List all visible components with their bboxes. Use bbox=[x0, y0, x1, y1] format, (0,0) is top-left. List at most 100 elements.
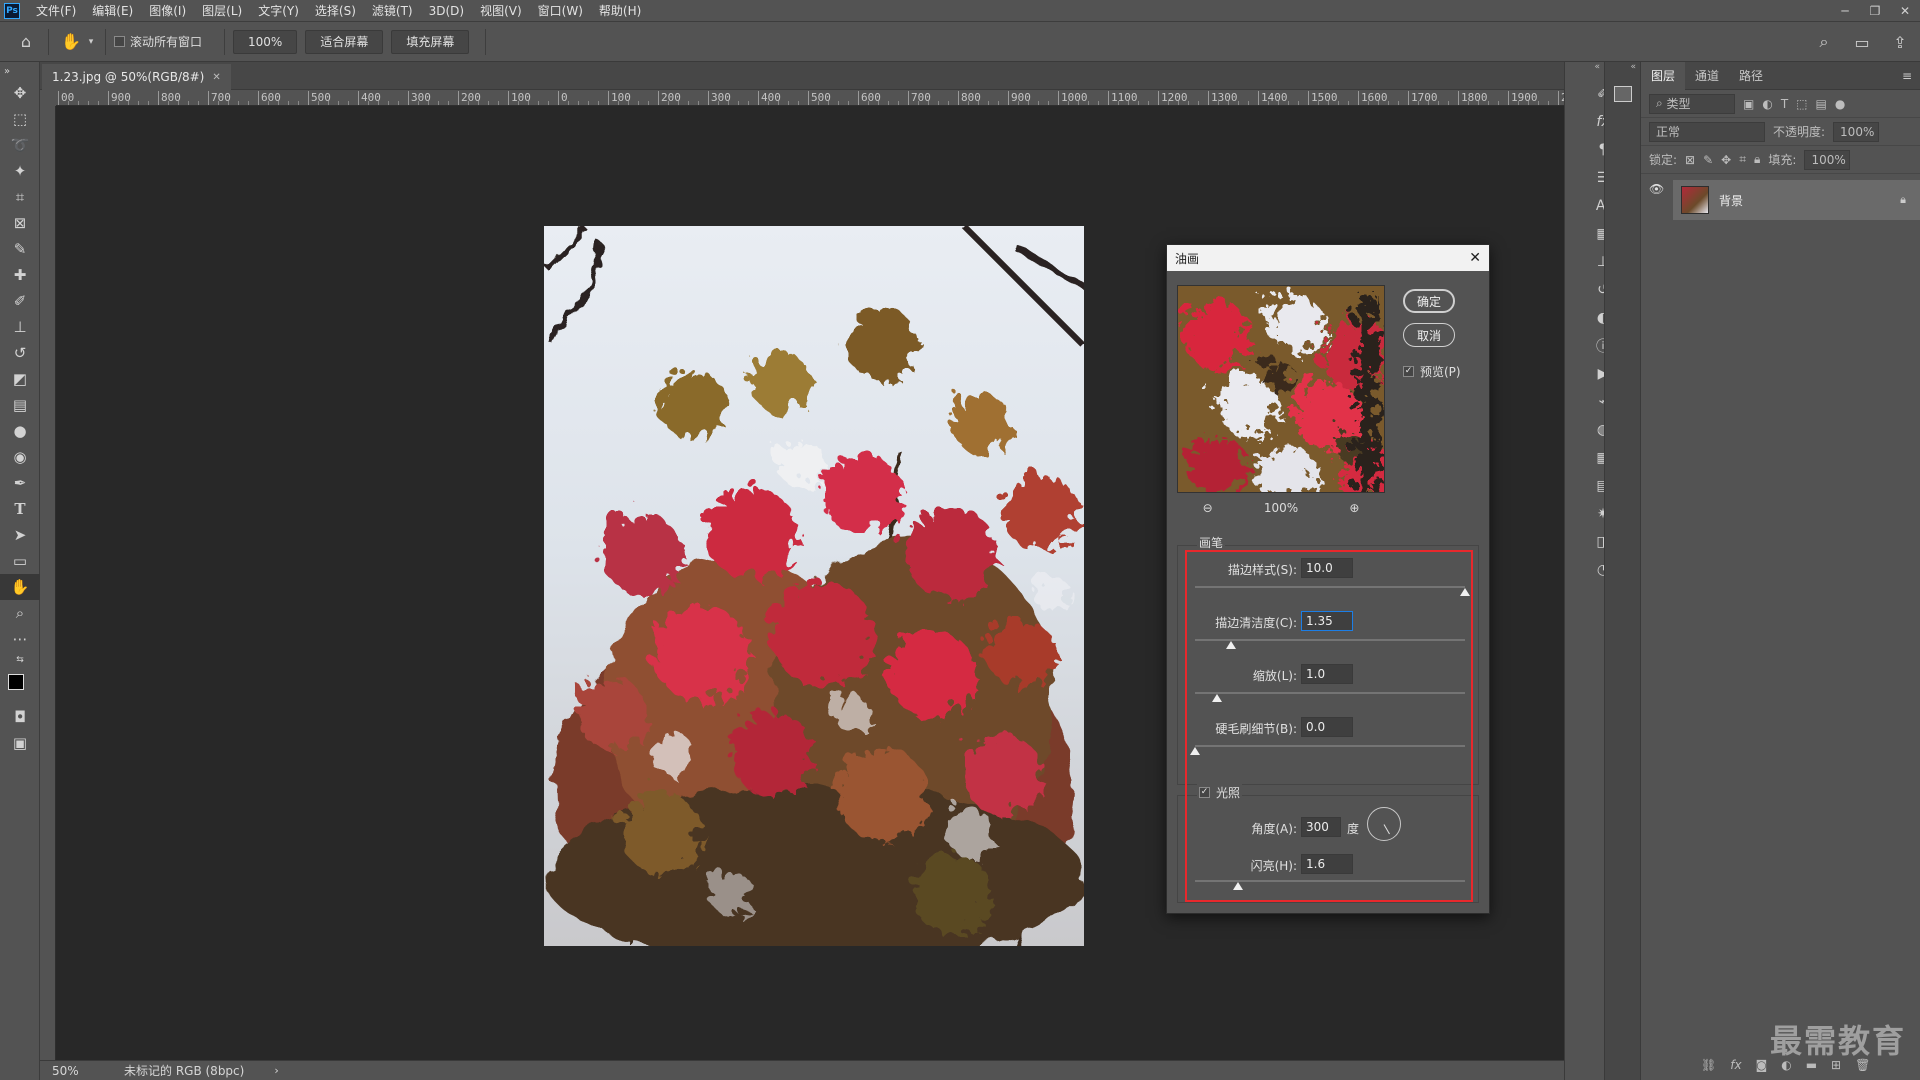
tab-layers[interactable]: 图层 bbox=[1641, 61, 1686, 90]
ruler-minor-tick bbox=[1298, 101, 1299, 105]
checkbox-box[interactable] bbox=[114, 36, 125, 47]
foreground-color-swatch[interactable] bbox=[8, 674, 24, 690]
blend-mode-select[interactable]: 正常 bbox=[1649, 121, 1765, 142]
layer-name[interactable]: 背景 bbox=[1719, 192, 1743, 209]
menu-layer[interactable]: 图层(L) bbox=[194, 0, 250, 22]
layer-lock-icon[interactable]: 🔒︎ bbox=[1900, 193, 1906, 207]
gradient-tool-icon[interactable]: ▤ bbox=[0, 392, 40, 418]
cancel-button[interactable]: 取消 bbox=[1403, 323, 1455, 347]
hand-tool-preset-icon[interactable]: ✋ bbox=[57, 28, 85, 56]
filter-toggle-icon[interactable]: ● bbox=[1835, 97, 1845, 111]
zoom-100-button[interactable]: 100% bbox=[233, 29, 298, 54]
navigator-panel-icon[interactable] bbox=[1613, 86, 1632, 102]
tab-channels[interactable]: 通道 bbox=[1685, 62, 1729, 90]
screen-mode-icon[interactable]: ▣ bbox=[0, 730, 40, 756]
close-window-icon[interactable]: ✕ bbox=[1890, 0, 1920, 22]
filter-preview[interactable] bbox=[1177, 285, 1385, 493]
dodge-tool-icon[interactable]: ◉ bbox=[0, 444, 40, 470]
lock-all-icon[interactable]: 🔒︎ bbox=[1754, 152, 1760, 167]
path-selection-tool-icon[interactable]: ➤ bbox=[0, 522, 40, 548]
layer-style-icon[interactable]: fx bbox=[1730, 1058, 1741, 1072]
search-icon[interactable]: ⌕ bbox=[1810, 28, 1838, 56]
filter-pixel-icon[interactable]: ▣ bbox=[1743, 97, 1754, 111]
move-tool-icon[interactable]: ✥ bbox=[0, 80, 40, 106]
status-zoom[interactable]: 50% bbox=[52, 1064, 102, 1078]
eyedropper-tool-icon[interactable]: ✎ bbox=[0, 236, 40, 262]
filter-adjustment-icon[interactable]: ◐ bbox=[1762, 97, 1772, 111]
crop-tool-icon[interactable]: ⌗ bbox=[0, 184, 40, 210]
lock-transparent-icon[interactable]: ⊠ bbox=[1685, 153, 1695, 167]
menu-filter[interactable]: 滤镜(T) bbox=[364, 0, 421, 22]
filter-type-icon[interactable]: T bbox=[1781, 97, 1788, 111]
minimize-icon[interactable]: ─ bbox=[1830, 0, 1860, 22]
lock-position-icon[interactable]: ✥ bbox=[1721, 153, 1731, 167]
eraser-tool-icon[interactable]: ◩ bbox=[0, 366, 40, 392]
preview-checkbox[interactable]: ✓ 预览(P) bbox=[1403, 363, 1461, 380]
swap-colors-icon[interactable]: ⇆ bbox=[0, 652, 40, 668]
magic-wand-tool-icon[interactable]: ✦ bbox=[0, 158, 40, 184]
type-tool-icon[interactable]: T bbox=[0, 496, 40, 522]
share-icon[interactable]: ⇪ bbox=[1886, 28, 1914, 56]
collapse-panels-icon[interactable]: « bbox=[1565, 62, 1604, 78]
layer-mask-icon[interactable]: ◙ bbox=[1756, 1058, 1768, 1072]
brush-tool-icon[interactable]: ✐ bbox=[0, 288, 40, 314]
history-brush-tool-icon[interactable]: ↺ bbox=[0, 340, 40, 366]
close-tab-icon[interactable]: ✕ bbox=[212, 72, 220, 83]
fill-input[interactable]: 100% bbox=[1804, 149, 1851, 170]
home-icon[interactable]: ⌂ bbox=[12, 28, 40, 56]
menu-select[interactable]: 选择(S) bbox=[307, 0, 364, 22]
chevron-down-icon[interactable]: ▾ bbox=[85, 28, 97, 56]
quick-mask-icon[interactable]: ◘ bbox=[0, 704, 40, 730]
panel-menu-icon[interactable]: ≡ bbox=[1902, 69, 1920, 83]
expand-panels-icon[interactable]: « bbox=[1605, 62, 1640, 78]
ruler-minor-tick bbox=[1398, 101, 1399, 105]
rectangle-tool-icon[interactable]: ▭ bbox=[0, 548, 40, 574]
tab-paths[interactable]: 路径 bbox=[1729, 62, 1773, 90]
menu-3d[interactable]: 3D(D) bbox=[421, 0, 472, 22]
scroll-all-windows-checkbox[interactable]: 滚动所有窗口 bbox=[114, 33, 202, 50]
menu-edit[interactable]: 编辑(E) bbox=[84, 0, 141, 22]
ruler-minor-tick bbox=[1378, 101, 1379, 105]
fill-screen-button[interactable]: 填充屏幕 bbox=[391, 29, 470, 54]
ruler-minor-tick bbox=[798, 101, 799, 105]
lasso-tool-icon[interactable]: ➰ bbox=[0, 132, 40, 158]
opacity-input[interactable]: 100% bbox=[1833, 121, 1880, 142]
collapse-toolbar-icon[interactable]: » bbox=[0, 62, 40, 80]
dialog-close-icon[interactable]: ✕ bbox=[1469, 250, 1481, 266]
pen-tool-icon[interactable]: ✒ bbox=[0, 470, 40, 496]
zoom-tool-icon[interactable]: ⌕ bbox=[0, 600, 40, 626]
link-layers-icon[interactable]: ⛓ bbox=[1701, 1058, 1716, 1072]
clone-stamp-tool-icon[interactable]: ⊥ bbox=[0, 314, 40, 340]
menu-help[interactable]: 帮助(H) bbox=[591, 0, 649, 22]
restore-icon[interactable]: ❐ bbox=[1860, 0, 1890, 22]
marquee-tool-icon[interactable]: ⬚ bbox=[0, 106, 40, 132]
layer-row-background[interactable]: 背景 🔒︎ bbox=[1673, 180, 1920, 220]
ruler-tick bbox=[1358, 91, 1359, 105]
lock-pixels-icon[interactable]: ✎ bbox=[1703, 153, 1713, 167]
hand-tool-icon[interactable]: ✋ bbox=[0, 574, 40, 600]
filter-smart-object-icon[interactable]: ▤ bbox=[1816, 97, 1827, 111]
layer-visibility-eye-icon[interactable]: 👁︎ bbox=[1649, 182, 1664, 196]
ok-button[interactable]: 确定 bbox=[1403, 289, 1455, 313]
zoom-out-icon[interactable]: ⊖ bbox=[1203, 501, 1213, 515]
blur-tool-icon[interactable]: ● bbox=[0, 418, 40, 444]
workspace-icon[interactable]: ▭ bbox=[1848, 28, 1876, 56]
menu-image[interactable]: 图像(I) bbox=[141, 0, 194, 22]
chevron-right-icon[interactable]: › bbox=[274, 1064, 278, 1077]
frame-tool-icon[interactable]: ⊠ bbox=[0, 210, 40, 236]
menu-type[interactable]: 文字(Y) bbox=[250, 0, 307, 22]
healing-brush-tool-icon[interactable]: ✚ bbox=[0, 262, 40, 288]
menu-view[interactable]: 视图(V) bbox=[472, 0, 530, 22]
document-tab[interactable]: 1.23.jpg @ 50%(RGB/8#) ✕ bbox=[42, 64, 231, 90]
preview-checkbox-box[interactable]: ✓ bbox=[1403, 366, 1414, 377]
layer-filter-select[interactable]: ⌕ 类型 bbox=[1649, 93, 1735, 114]
filter-shape-icon[interactable]: ⬚ bbox=[1796, 97, 1807, 111]
document-image[interactable] bbox=[544, 226, 1084, 946]
fit-screen-button[interactable]: 适合屏幕 bbox=[305, 29, 384, 54]
more-tools-icon[interactable]: ⋯ bbox=[0, 626, 40, 652]
menu-window[interactable]: 窗口(W) bbox=[530, 0, 591, 22]
lock-artboard-icon[interactable]: ⌗ bbox=[1739, 152, 1746, 167]
menu-file[interactable]: 文件(F) bbox=[28, 0, 84, 22]
zoom-in-icon[interactable]: ⊕ bbox=[1349, 501, 1359, 515]
color-swatches[interactable] bbox=[0, 668, 40, 704]
